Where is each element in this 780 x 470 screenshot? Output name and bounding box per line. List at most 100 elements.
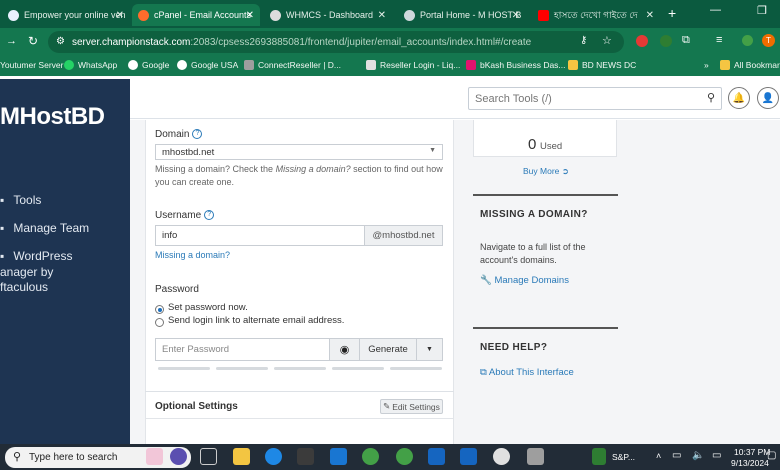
brand-logo[interactable]: MHostBD <box>0 103 105 131</box>
app-icon[interactable] <box>527 448 544 465</box>
bookmark-item[interactable]: bKash Business Das... <box>466 60 566 70</box>
bookmark-item[interactable]: Google USA <box>177 60 238 70</box>
bookmark-item[interactable]: Reseller Login - Liq... <box>366 60 460 70</box>
tab-title: Portal Home - M HOST B <box>420 10 522 20</box>
stock-chart-icon <box>592 448 606 465</box>
media-icon[interactable]: ≡ <box>716 34 722 46</box>
browser-tab-active[interactable]: cPanel - Email Accounts ✕ <box>132 4 260 26</box>
bookmark-item[interactable]: Youtumer Server <box>0 60 63 70</box>
browser-tab[interactable]: Portal Home - M HOST B ✕ <box>398 4 526 26</box>
domain-select[interactable]: mhostbd.net ▼ <box>155 144 443 160</box>
extension-icon[interactable] <box>636 35 648 47</box>
youtube-icon <box>538 9 549 21</box>
extensions-puzzle-icon[interactable]: ⧉ <box>682 34 690 47</box>
new-tab-icon[interactable]: + <box>668 5 676 21</box>
browser-tab[interactable]: Empower your online ven ✕ <box>2 4 130 26</box>
about-interface-label: About This Interface <box>488 367 574 378</box>
whatsapp-icon <box>64 60 74 70</box>
word-icon[interactable] <box>428 448 445 465</box>
taskbar-search-input[interactable]: ⚲ Type here to search <box>5 447 191 468</box>
about-interface-link[interactable]: ⧉ About This Interface <box>480 367 574 378</box>
folder-icon <box>720 60 730 70</box>
sidebar-item-wordpress[interactable]: ▪ WordPress anager by ftaculous <box>0 249 72 295</box>
bookmark-label: ConnectReseller | D... <box>258 60 341 70</box>
sidebar-item-manage-team[interactable]: ▪ Manage Team <box>0 221 89 236</box>
buy-more-link[interactable]: Buy More ➲ <box>523 166 569 177</box>
notifications-bell-icon[interactable]: 🔔 <box>728 87 750 109</box>
volume-icon[interactable]: 🔈 <box>692 450 704 461</box>
missing-domain-link[interactable]: Missing a domain? <box>155 249 230 262</box>
set-password-radio[interactable] <box>155 305 164 314</box>
site-favicon-icon <box>244 60 254 70</box>
minimize-icon[interactable]: — <box>710 4 721 16</box>
extension-icon[interactable] <box>742 35 753 46</box>
toggle-visibility-button[interactable]: ◉ <box>329 338 360 361</box>
user-menu-icon[interactable]: 👤 <box>757 87 779 109</box>
bookmark-star-icon[interactable]: ☆ <box>602 34 612 47</box>
search-icon[interactable]: ⚲ <box>707 91 715 104</box>
close-icon[interactable]: ✕ <box>646 10 654 21</box>
site-info-icon[interactable]: ⚙ <box>56 36 65 47</box>
sidebar-item-tools[interactable]: ▪ Tools <box>0 193 41 208</box>
tab-title: Empower your online ven <box>24 10 126 20</box>
more-bookmarks-icon[interactable]: » <box>704 60 709 70</box>
password-strength-segment <box>390 367 442 370</box>
bookmark-item[interactable]: WhatsApp <box>64 60 117 70</box>
mail-icon[interactable] <box>330 448 347 465</box>
manage-domains-link[interactable]: 🔧 Manage Domains <box>480 275 569 286</box>
search-tools-input[interactable]: Search Tools (/) ⚲ <box>468 87 722 110</box>
extension-icon[interactable] <box>660 35 672 47</box>
profile-avatar-icon[interactable]: T <box>762 34 775 47</box>
generate-options-dropdown[interactable]: ▼ <box>416 338 443 361</box>
bookmark-folder[interactable]: All Bookmarks <box>720 60 780 70</box>
send-login-link-radio[interactable] <box>155 318 164 327</box>
close-icon[interactable]: ✕ <box>512 10 520 21</box>
tab-title: হাসতে দেখো গাইতে দে <box>554 9 638 20</box>
task-view-icon[interactable] <box>200 448 217 465</box>
word-icon[interactable] <box>460 448 477 465</box>
username-input[interactable]: info <box>155 225 365 246</box>
site-favicon-icon <box>404 9 415 21</box>
network-icon[interactable]: ▭ <box>672 450 681 461</box>
bookmark-item[interactable]: ConnectReseller | D... <box>244 60 341 70</box>
file-explorer-icon[interactable] <box>233 448 250 465</box>
help-icon[interactable]: ? <box>204 210 215 221</box>
address-bar-row: → ↻ ⚙ server.championstack.com:2083/cpse… <box>0 28 780 56</box>
widget-icon[interactable] <box>146 448 163 465</box>
notification-icon[interactable]: ▢ <box>767 450 776 461</box>
clock-date[interactable]: 9/13/2024 <box>731 458 769 468</box>
manage-domains-label: Manage Domains <box>494 275 569 286</box>
password-input[interactable]: Enter Password <box>155 338 330 361</box>
clock-time[interactable]: 10:37 PM <box>734 447 770 457</box>
store-icon[interactable] <box>297 448 314 465</box>
key-icon[interactable]: ⚷ <box>580 35 587 46</box>
help-icon[interactable]: ? <box>192 129 203 140</box>
close-icon[interactable]: ✕ <box>116 10 124 21</box>
forward-icon[interactable]: → <box>6 35 17 47</box>
browser-tab[interactable]: WHMCS - Dashboard ✕ <box>264 4 392 26</box>
battery-icon[interactable]: ▭ <box>712 450 721 461</box>
url-path: :2083/cpsess2693885081/frontend/jupiter/… <box>190 36 532 48</box>
edge-icon[interactable] <box>265 448 282 465</box>
bookmark-item[interactable]: Google <box>128 60 169 70</box>
generate-password-button[interactable]: Generate <box>359 338 417 361</box>
site-favicon-icon <box>8 9 19 21</box>
stock-ticker[interactable]: S&P... <box>612 452 635 462</box>
browser-tab[interactable]: হাসতে দেখো গাইতে দে ✕ <box>532 4 660 26</box>
domain-label: Domain? <box>155 129 203 140</box>
chrome-icon[interactable] <box>362 448 379 465</box>
username-label-text: Username <box>155 210 202 221</box>
close-icon[interactable]: ✕ <box>246 10 254 21</box>
close-icon[interactable]: ✕ <box>378 10 386 21</box>
app-icon[interactable] <box>493 448 510 465</box>
domain-label-text: Domain <box>155 129 190 140</box>
search-icon: ⚲ <box>13 451 22 463</box>
bookmark-folder[interactable]: BD NEWS DC <box>568 60 636 70</box>
chevron-up-icon[interactable]: ˄ <box>656 451 661 461</box>
chrome-icon[interactable] <box>396 448 413 465</box>
url-field[interactable]: ⚙ server.championstack.com:2083/cpsess26… <box>48 31 624 53</box>
edit-settings-button[interactable]: ✎ Edit Settings <box>380 399 443 414</box>
widget-icon[interactable] <box>170 448 187 465</box>
reload-icon[interactable]: ↻ <box>28 34 38 48</box>
restore-icon[interactable]: ❐ <box>757 4 767 17</box>
